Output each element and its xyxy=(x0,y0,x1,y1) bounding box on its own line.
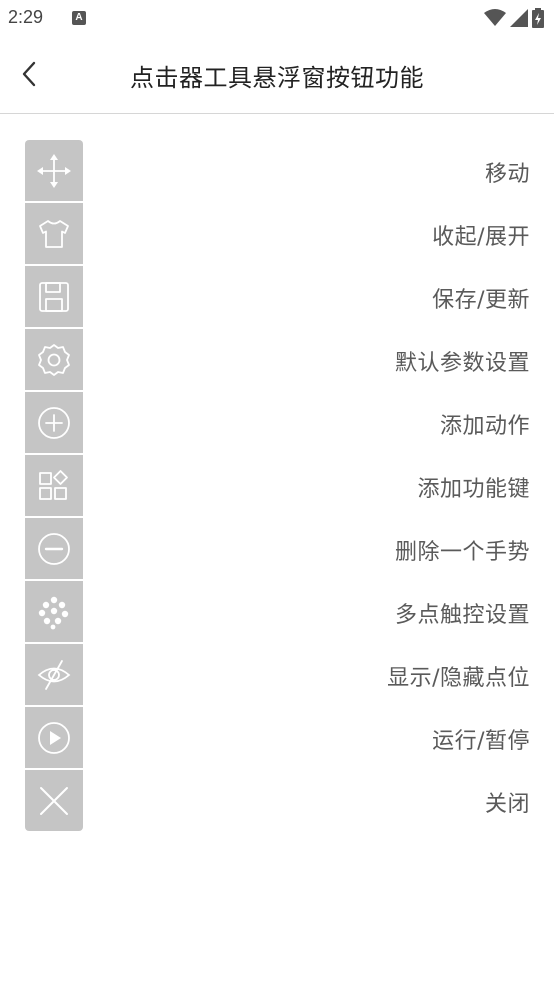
minus-circle-icon xyxy=(38,532,70,565)
gear-icon xyxy=(38,343,70,376)
delete-gesture-button[interactable] xyxy=(25,518,83,581)
label-delete-gesture: 删除一个手势 xyxy=(394,539,530,565)
shirt-icon xyxy=(39,219,69,248)
collapse-expand-button[interactable] xyxy=(25,203,83,266)
play-icon xyxy=(38,721,70,754)
label-add-function-key: 添加功能键 xyxy=(417,476,530,502)
label-run-pause: 运行/暂停 xyxy=(432,728,530,754)
label-toggle-points: 显示/隐藏点位 xyxy=(387,665,530,691)
page-title: 点击器工具悬浮窗按钮功能 xyxy=(130,64,424,92)
multi-dot-icon xyxy=(38,596,69,629)
add-function-key-button[interactable] xyxy=(25,455,83,518)
wifi-icon xyxy=(484,9,506,26)
save-icon xyxy=(39,281,69,312)
status-time: 2:29 xyxy=(8,7,44,27)
multi-touch-settings-button[interactable] xyxy=(25,581,83,644)
header: 点击器工具悬浮窗按钮功能 xyxy=(0,36,554,114)
label-collapse-expand: 收起/展开 xyxy=(432,224,530,250)
label-add-action: 添加动作 xyxy=(439,413,530,439)
notification-icon: A xyxy=(72,11,86,25)
label-move: 移动 xyxy=(484,161,530,187)
plus-circle-icon xyxy=(38,406,70,439)
close-icon xyxy=(40,786,68,815)
apps-icon xyxy=(39,469,68,500)
label-save-update: 保存/更新 xyxy=(432,287,530,313)
move-button[interactable] xyxy=(25,140,83,203)
run-pause-button[interactable] xyxy=(25,707,83,770)
add-action-button[interactable] xyxy=(25,392,83,455)
toggle-points-visibility-button[interactable] xyxy=(25,644,83,707)
label-close: 关闭 xyxy=(484,791,530,817)
function-label-list: 移动 收起/展开 保存/更新 默认参数设置 添加动作 添加功能键 删除一个手势 … xyxy=(100,140,530,833)
floating-toolbar xyxy=(25,140,83,831)
label-default-settings: 默认参数设置 xyxy=(394,350,530,376)
save-update-button[interactable] xyxy=(25,266,83,329)
status-bar: 2:29 A xyxy=(0,0,554,36)
move-icon xyxy=(37,153,71,188)
battery-icon xyxy=(532,8,544,28)
eye-off-icon xyxy=(37,659,71,690)
status-icons xyxy=(484,8,544,28)
close-button[interactable] xyxy=(25,770,83,831)
label-multi-touch-settings: 多点触控设置 xyxy=(394,602,530,628)
default-settings-button[interactable] xyxy=(25,329,83,392)
signal-icon xyxy=(510,9,528,27)
